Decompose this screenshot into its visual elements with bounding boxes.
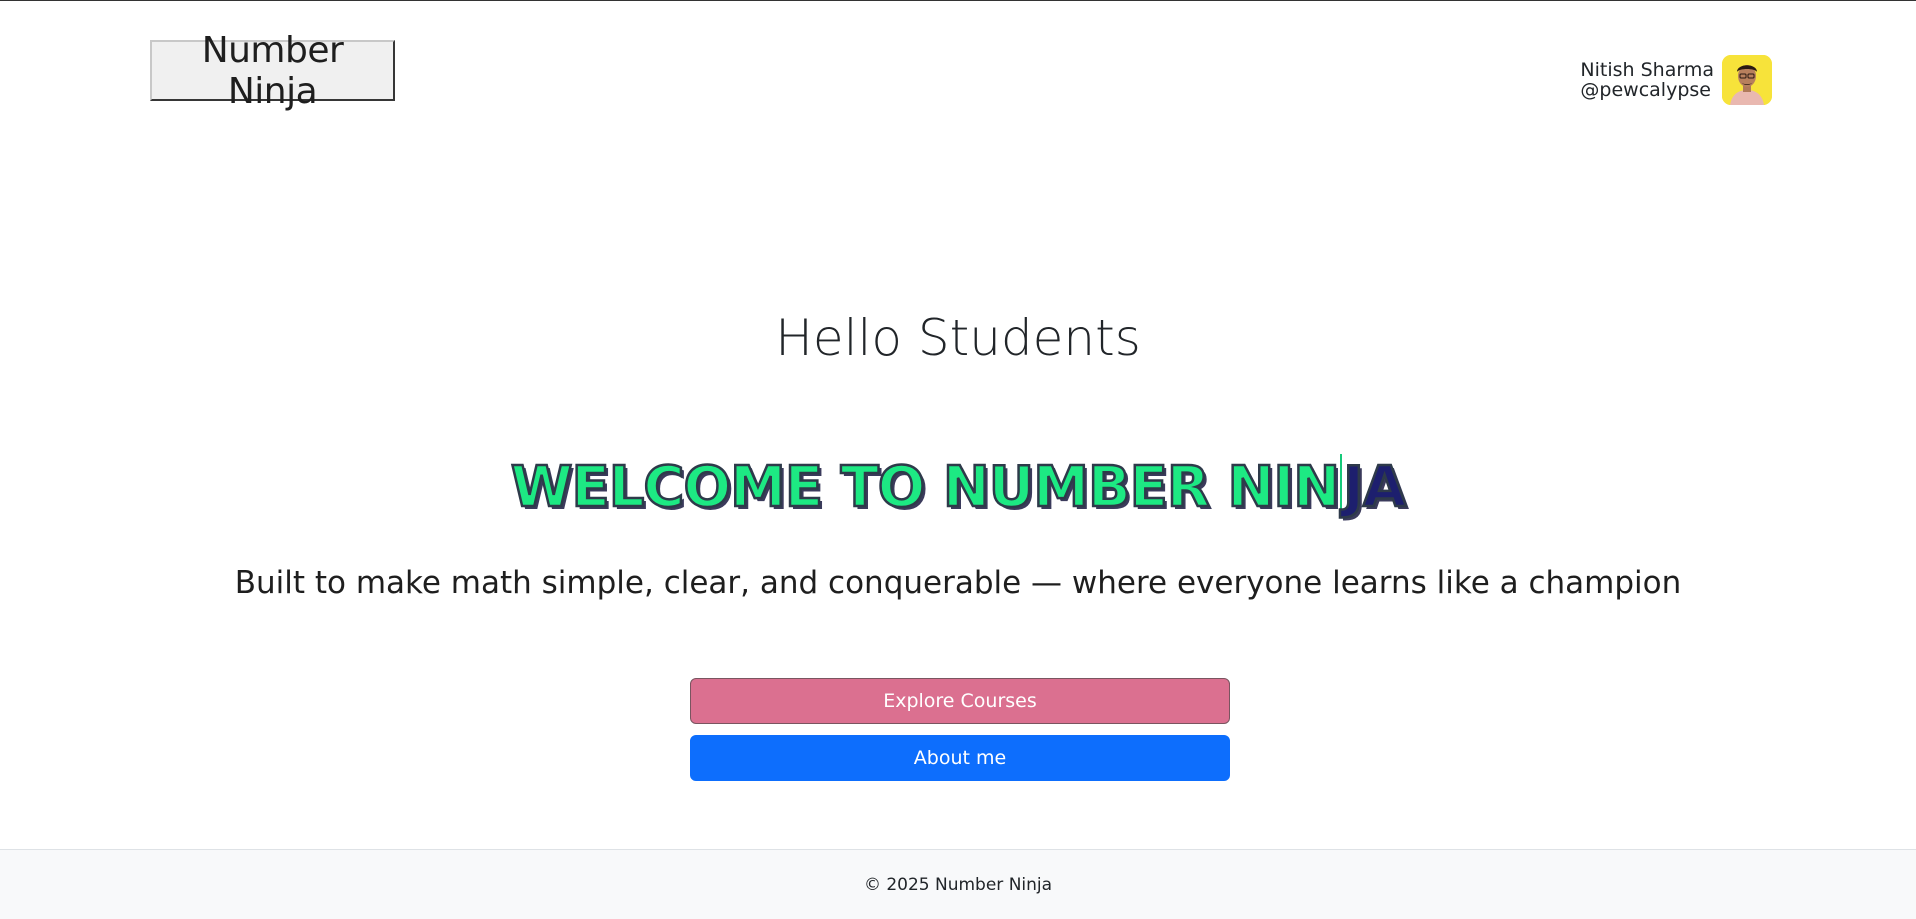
welcome-headline: WELCOME TO NUMBER NINJA [0,453,1916,523]
profile-name: Nitish Sharma [1580,59,1714,81]
headline-remaining-text: JA [1342,454,1408,522]
brand-button[interactable]: Number Ninja [150,30,395,112]
footer: © 2025 Number Ninja [0,849,1916,919]
explore-courses-button[interactable]: Explore Courses [690,678,1230,724]
avatar-portrait-icon [1722,55,1772,105]
profile-handle: @pewcalypse [1580,79,1711,101]
avatar[interactable] [1722,55,1772,105]
typing-caret [1340,454,1343,516]
greeting-heading: Hello Students [775,309,1141,367]
tagline: Built to make math simple, clear, and co… [234,565,1682,601]
user-profile[interactable]: Nitish Sharma @pewcalypse [1580,55,1772,105]
profile-text: Nitish Sharma @pewcalypse [1580,60,1714,100]
footer-copyright: © 2025 Number Ninja [863,875,1053,895]
about-me-button[interactable]: About me [690,735,1230,781]
headline-typed-text: WELCOME TO NUMBER NIN [509,454,1341,522]
page: Number Ninja Nitish Sharma @pewcalypse H… [0,0,1916,919]
